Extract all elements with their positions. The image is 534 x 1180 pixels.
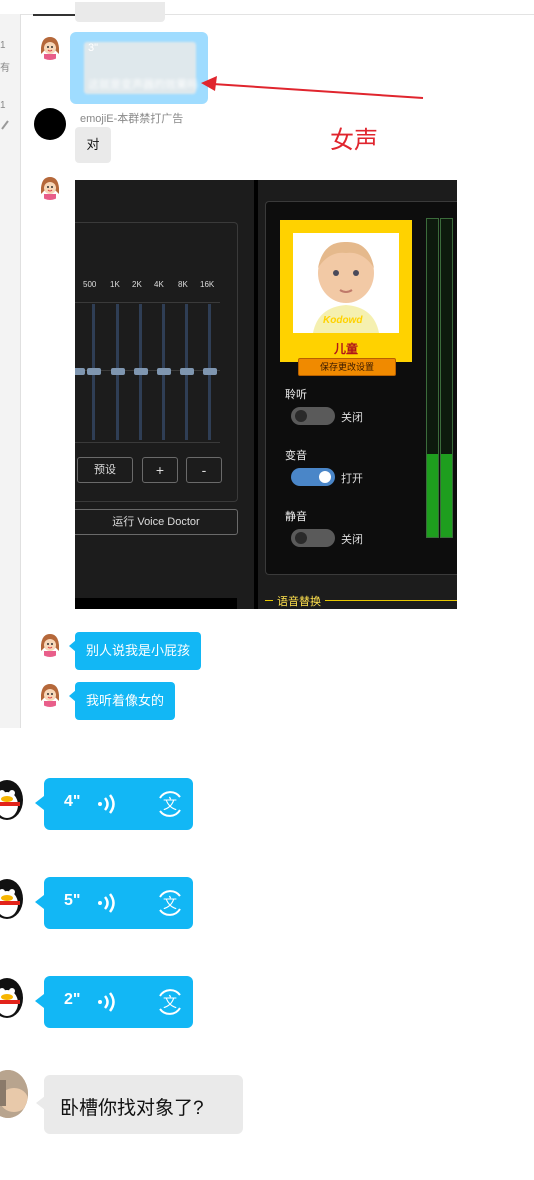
eq-slider-knob[interactable] xyxy=(157,368,171,375)
svg-text:文: 文 xyxy=(163,995,177,1011)
eq-slider-knob[interactable] xyxy=(111,368,125,375)
eq-frequency-label: 4K xyxy=(154,280,164,289)
left-sidebar: 1 有 1 xyxy=(0,14,21,728)
message-text: 我听着像女的 xyxy=(86,693,165,708)
bubble-tail xyxy=(35,895,44,909)
eq-gridline xyxy=(75,302,220,303)
bubble-tail xyxy=(35,994,44,1008)
eq-frequency-label: 500 xyxy=(83,280,97,289)
translate-icon[interactable]: 文 xyxy=(154,887,186,924)
eq-slider-knob[interactable] xyxy=(75,368,85,375)
bubble-tail xyxy=(35,796,44,810)
character-name: 儿童 xyxy=(333,342,358,356)
run-voice-doctor-button[interactable]: 运行 Voice Doctor xyxy=(75,509,238,535)
voice-message-bubble[interactable]: 2" 文 xyxy=(44,976,193,1028)
sidebar-count: 1 xyxy=(0,100,6,111)
voice-message-bubble[interactable]: 4" 文 xyxy=(44,778,193,830)
eq-frequency-label: 8K xyxy=(178,280,188,289)
red-arrow-annotation xyxy=(201,76,424,99)
voice-duration: 4" xyxy=(64,793,81,810)
voice-replace-title: 语音替换 xyxy=(273,593,325,609)
sidebar-count: 1 xyxy=(0,40,6,51)
message-text: 别人说我是小屁孩 xyxy=(86,643,191,658)
sound-wave-icon xyxy=(96,990,118,1019)
sender-name[interactable]: emojiE-本群禁打广告 xyxy=(80,110,183,126)
svg-text:文: 文 xyxy=(163,896,177,912)
eq-slider-knob[interactable] xyxy=(134,368,148,375)
meter-fill xyxy=(427,454,438,537)
level-meter-left xyxy=(426,218,439,538)
plus-button[interactable]: + xyxy=(142,457,178,483)
voice-change-state: 打开 xyxy=(341,473,363,485)
annotation-label: 女声 xyxy=(330,127,378,154)
panel-divider xyxy=(254,180,258,609)
voice-duration: 5" xyxy=(64,892,81,909)
blurred-transcript: 这就是变声器的效果吗 xyxy=(88,79,198,91)
save-settings-button[interactable]: 保存更改设置 xyxy=(298,358,396,376)
qq-avatar[interactable] xyxy=(0,778,24,827)
voice-duration: 2" xyxy=(64,991,81,1008)
message-text: 对 xyxy=(86,137,100,152)
message-text: 卧槽你找对象了? xyxy=(60,1098,204,1119)
eq-slider-knob[interactable] xyxy=(203,368,217,375)
voice-doctor-screenshot[interactable]: 500 1K 2K 4K 8K 16K 预设 + - 运行 Voice Doct… xyxy=(75,180,457,609)
translate-icon[interactable]: 文 xyxy=(154,788,186,825)
qq-avatar[interactable] xyxy=(0,877,24,926)
minus-button[interactable]: - xyxy=(186,457,222,483)
toggle-knob xyxy=(295,532,307,544)
toggle-knob xyxy=(295,410,307,422)
level-meter-right xyxy=(440,218,453,538)
mute-state: 关闭 xyxy=(341,534,363,546)
voice-message-bubble[interactable]: 5" 文 xyxy=(44,877,193,929)
eq-frequency-label: 16K xyxy=(200,280,215,289)
child-photo: Kodowd xyxy=(293,233,399,333)
listen-label: 聆听 xyxy=(285,389,307,401)
user-avatar[interactable] xyxy=(37,174,63,200)
translate-icon[interactable]: 文 xyxy=(154,986,186,1023)
sound-wave-icon xyxy=(96,792,118,821)
svg-text:文: 文 xyxy=(163,797,177,813)
voice-duration: 3" xyxy=(88,42,99,54)
eq-slider-knob[interactable] xyxy=(87,368,101,375)
sidebar-char: 有 xyxy=(0,63,10,74)
eq-slider-knob[interactable] xyxy=(180,368,194,375)
eq-frequency-label: 1K xyxy=(110,280,120,289)
vd-footer xyxy=(75,598,237,609)
photo-watermark: Kodowd xyxy=(323,315,363,326)
qq-avatar[interactable] xyxy=(0,976,24,1025)
mute-toggle[interactable] xyxy=(291,529,335,547)
listen-toggle[interactable] xyxy=(291,407,335,425)
voice-message-bubble[interactable]: 3" 这就是变声器的效果吗 xyxy=(70,32,208,104)
active-chat-tab[interactable] xyxy=(33,0,75,16)
preset-button[interactable]: 预设 xyxy=(77,457,133,483)
mute-label: 静音 xyxy=(285,511,307,523)
user-avatar[interactable] xyxy=(34,108,66,140)
sound-wave-icon xyxy=(96,891,118,920)
message-bubble[interactable]: 我听着像女的 xyxy=(75,682,176,720)
eq-frequency-label: 2K xyxy=(132,280,142,289)
pin-icon xyxy=(0,118,10,130)
toggle-knob xyxy=(319,471,331,483)
user-avatar[interactable] xyxy=(37,681,63,707)
message-bubble[interactable]: 对 xyxy=(75,127,111,163)
listen-state: 关闭 xyxy=(341,412,363,424)
meter-fill xyxy=(441,454,452,537)
user-avatar[interactable] xyxy=(0,1070,28,1118)
user-avatar[interactable] xyxy=(37,34,63,60)
user-avatar[interactable] xyxy=(37,631,63,657)
voice-change-toggle[interactable] xyxy=(291,468,335,486)
previous-message-bubble xyxy=(75,2,165,22)
eq-gridline xyxy=(75,442,220,443)
message-bubble[interactable]: 卧槽你找对象了? xyxy=(44,1075,243,1134)
voice-change-label: 变音 xyxy=(285,450,307,462)
message-bubble[interactable]: 别人说我是小屁孩 xyxy=(75,632,202,670)
